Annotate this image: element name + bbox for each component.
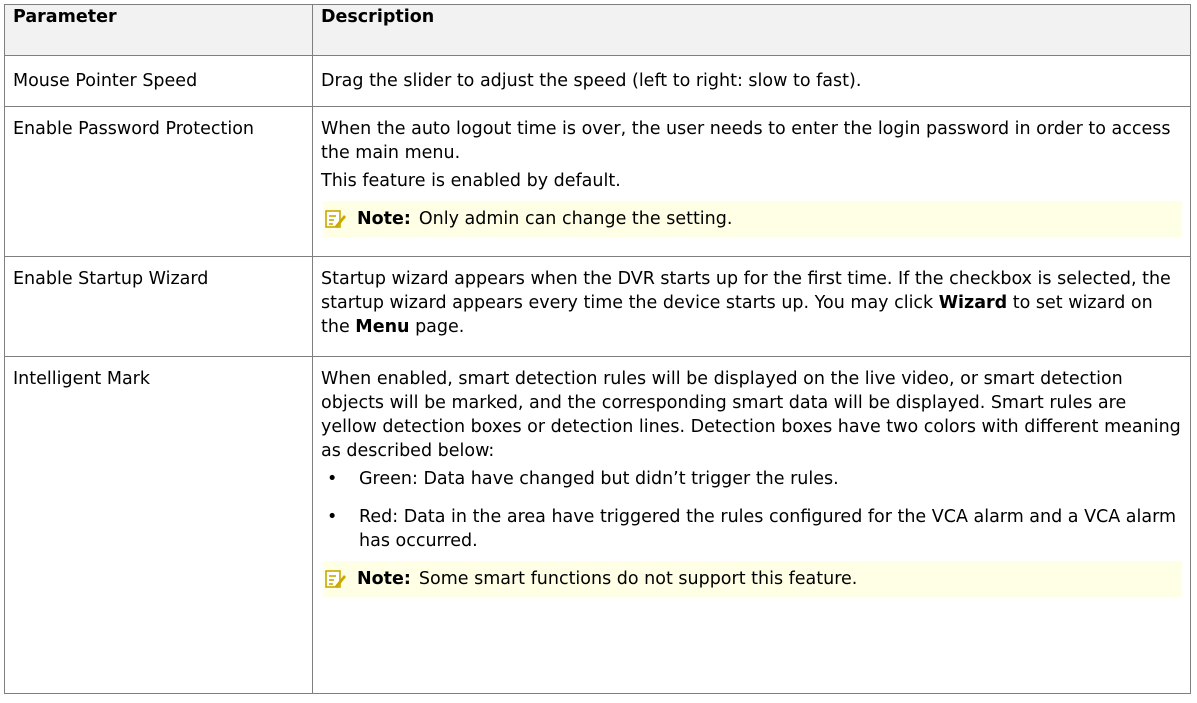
note-text: Only admin can change the setting. [418, 209, 733, 229]
header-parameter: Parameter [4, 4, 313, 56]
desc-cell: Startup wizard appears when the DVR star… [312, 256, 1191, 357]
note-pencil-icon [325, 570, 346, 588]
note-label: Note: [357, 209, 411, 229]
desc-cell: When the auto logout time is over, the u… [312, 106, 1191, 257]
table-row: Mouse Pointer Speed Drag the slider to a… [4, 55, 1191, 107]
wizard-term: Wizard [938, 293, 1008, 313]
table-row: Enable Startup Wizard Startup wizard app… [4, 256, 1191, 357]
bullet-icon: • [327, 469, 338, 489]
bullet-list: • Green: Data have changed but didn’t tr… [321, 467, 1182, 553]
list-item: • Red: Data in the area have triggered t… [321, 505, 1182, 553]
desc-cell: When enabled, smart detection rules will… [312, 356, 1191, 694]
param-cell: Intelligent Mark [4, 356, 313, 694]
table-row: Intelligent Mark When enabled, smart det… [4, 356, 1191, 694]
note-label: Note: [357, 569, 411, 589]
note-pencil-icon [325, 210, 346, 228]
bullet-icon: • [327, 507, 338, 527]
desc-text: page. [409, 317, 465, 337]
bullet-text: Green: Data have changed but didn’t trig… [359, 469, 839, 489]
param-cell: Enable Password Protection [4, 106, 313, 257]
param-cell: Enable Startup Wizard [4, 256, 313, 357]
desc-paragraph: When enabled, smart detection rules will… [321, 369, 1181, 461]
desc-paragraph: This feature is enabled by default. [321, 171, 621, 191]
parameter-table: Parameter Description Mouse Pointer Spee… [4, 4, 1191, 694]
note-text: Some smart functions do not support this… [418, 569, 858, 589]
param-cell: Mouse Pointer Speed [4, 55, 313, 107]
table-header-row: Parameter Description [4, 4, 1191, 56]
desc-cell: Drag the slider to adjust the speed (lef… [312, 55, 1191, 107]
menu-term: Menu [355, 317, 410, 337]
bullet-text: Red: Data in the area have triggered the… [359, 507, 1177, 551]
note-box: Note: Some smart functions do not suppor… [323, 561, 1182, 597]
desc-paragraph: When the auto logout time is over, the u… [321, 119, 1171, 163]
list-item: • Green: Data have changed but didn’t tr… [321, 467, 1182, 491]
header-description: Description [312, 4, 1191, 56]
note-box: Note: Only admin can change the setting. [323, 201, 1182, 237]
table-row: Enable Password Protection When the auto… [4, 106, 1191, 257]
